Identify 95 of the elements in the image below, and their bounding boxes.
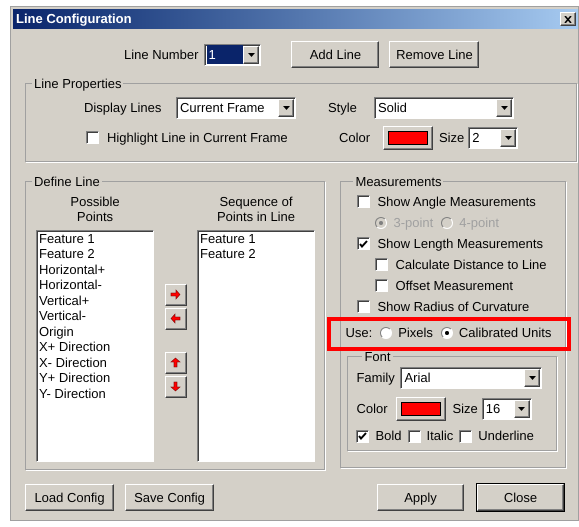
checkbox-label: Show Length Measurements <box>377 234 543 253</box>
checkbox-label: Show Radius of Curvature <box>377 298 530 316</box>
move-button[interactable] <box>164 308 186 330</box>
dropdown-button[interactable] <box>514 400 530 418</box>
list-item[interactable]: Vertical- <box>39 308 151 324</box>
caret-icon <box>528 376 536 380</box>
checkbox[interactable] <box>356 430 370 442</box>
caret-icon <box>248 52 255 56</box>
dropdown-value: Arial <box>403 369 432 388</box>
dropdown-field[interactable]: Arial <box>400 367 542 389</box>
arrow-up-icon <box>170 357 181 368</box>
checkmark-icon <box>359 240 368 248</box>
column-heading: Possible Points <box>69 194 121 226</box>
list-item[interactable]: Origin <box>39 324 151 339</box>
field-label: Size <box>439 128 464 147</box>
group-title: Measurements <box>354 173 442 191</box>
checkbox-label: Bold <box>375 427 402 446</box>
checkbox-label: Calculate Distance to Line <box>395 256 547 274</box>
radio-label: Pixels <box>398 324 433 342</box>
list-item[interactable]: Y+ Direction <box>39 370 151 386</box>
arrow-right-icon <box>170 289 181 300</box>
group-title: Font <box>363 348 392 366</box>
close-button[interactable] <box>560 12 576 26</box>
group-title: Line Properties <box>33 75 122 93</box>
list-item[interactable]: Feature 1 <box>39 230 151 246</box>
checkbox[interactable] <box>375 258 388 271</box>
group-title: Define Line <box>33 173 101 191</box>
arrow-left-icon <box>170 313 181 324</box>
dialog-button[interactable]: Apply <box>377 484 464 511</box>
dropdown-value: 16 <box>484 400 502 418</box>
radio-label: Calibrated Units <box>458 324 552 342</box>
checkbox[interactable] <box>375 279 388 292</box>
field-label: Color <box>339 128 372 147</box>
list-item[interactable]: X- Direction <box>39 354 151 370</box>
field-label: Highlight Line in Current Frame <box>107 128 289 147</box>
dialog-button[interactable]: Add Line <box>291 41 380 68</box>
field-label: Display Lines <box>84 98 162 117</box>
window-title: Line Configuration <box>16 10 132 28</box>
list-item[interactable]: Horizontal- <box>39 277 151 292</box>
dropdown-value: Solid <box>377 98 408 117</box>
field-label: Style <box>328 98 358 117</box>
checkbox[interactable] <box>357 237 370 250</box>
caret-icon <box>504 136 512 140</box>
arrow-down-icon <box>170 381 181 392</box>
dialog-button[interactable]: Remove Line <box>389 41 480 68</box>
dropdown-button[interactable] <box>278 98 294 116</box>
dropdown-button[interactable] <box>496 98 512 116</box>
dropdown-value: 2 <box>471 128 481 147</box>
dialog-button[interactable]: Load Config <box>25 484 114 511</box>
field-label: Color <box>356 400 389 418</box>
caret-icon <box>500 106 508 110</box>
dropdown-field[interactable]: 1 <box>204 44 262 66</box>
checkbox[interactable] <box>86 131 99 144</box>
list-item[interactable]: Feature 2 <box>39 246 151 262</box>
field-label: Use: <box>345 324 372 342</box>
radio-button[interactable] <box>440 326 453 338</box>
checkbox-label: Underline <box>478 427 534 446</box>
column-heading: Sequence of Points in Line <box>216 194 296 226</box>
color-button[interactable] <box>396 397 446 421</box>
dropdown-button[interactable] <box>524 369 540 387</box>
dropdown-field[interactable]: Current Frame <box>176 96 296 118</box>
dialog-button[interactable]: Save Config <box>125 484 214 511</box>
dropdown-value: 1 <box>207 44 244 64</box>
field-label: Family <box>356 369 396 388</box>
list-item[interactable]: Horizontal+ <box>39 262 151 277</box>
checkmark-icon <box>358 432 368 440</box>
move-button[interactable] <box>164 352 186 374</box>
dropdown-value: Current Frame <box>179 98 266 117</box>
checkbox[interactable] <box>357 300 370 313</box>
move-button[interactable] <box>164 376 186 398</box>
checkbox-label: Show Angle Measurements <box>377 192 536 211</box>
dropdown-button[interactable] <box>500 128 516 146</box>
field-label: Size <box>452 400 478 418</box>
checkbox[interactable] <box>408 430 421 442</box>
radio-button[interactable] <box>380 326 392 338</box>
color-button[interactable] <box>383 126 433 150</box>
caret-icon <box>282 106 290 110</box>
list-item[interactable]: Y- Direction <box>39 386 151 401</box>
caret-icon <box>518 407 526 411</box>
move-button[interactable] <box>164 284 186 306</box>
list-item[interactable]: Vertical+ <box>39 292 151 308</box>
list-item[interactable]: X+ Direction <box>39 339 151 354</box>
dropdown-field[interactable]: 16 <box>482 398 532 420</box>
checkbox[interactable] <box>459 430 472 442</box>
list-item[interactable]: Feature 1 <box>200 230 312 246</box>
dialog-button[interactable]: Close <box>477 484 564 511</box>
dropdown-button[interactable] <box>243 46 260 64</box>
dropdown-field[interactable]: Solid <box>374 96 514 118</box>
dropdown-field[interactable]: 2 <box>468 126 518 148</box>
close-icon <box>564 16 572 22</box>
field-label: Line Number <box>124 46 198 64</box>
list-item[interactable]: Feature 2 <box>200 246 312 262</box>
checkbox[interactable] <box>357 195 370 208</box>
checkbox-label: Offset Measurement <box>395 276 514 295</box>
checkbox-label: Italic <box>426 427 454 446</box>
